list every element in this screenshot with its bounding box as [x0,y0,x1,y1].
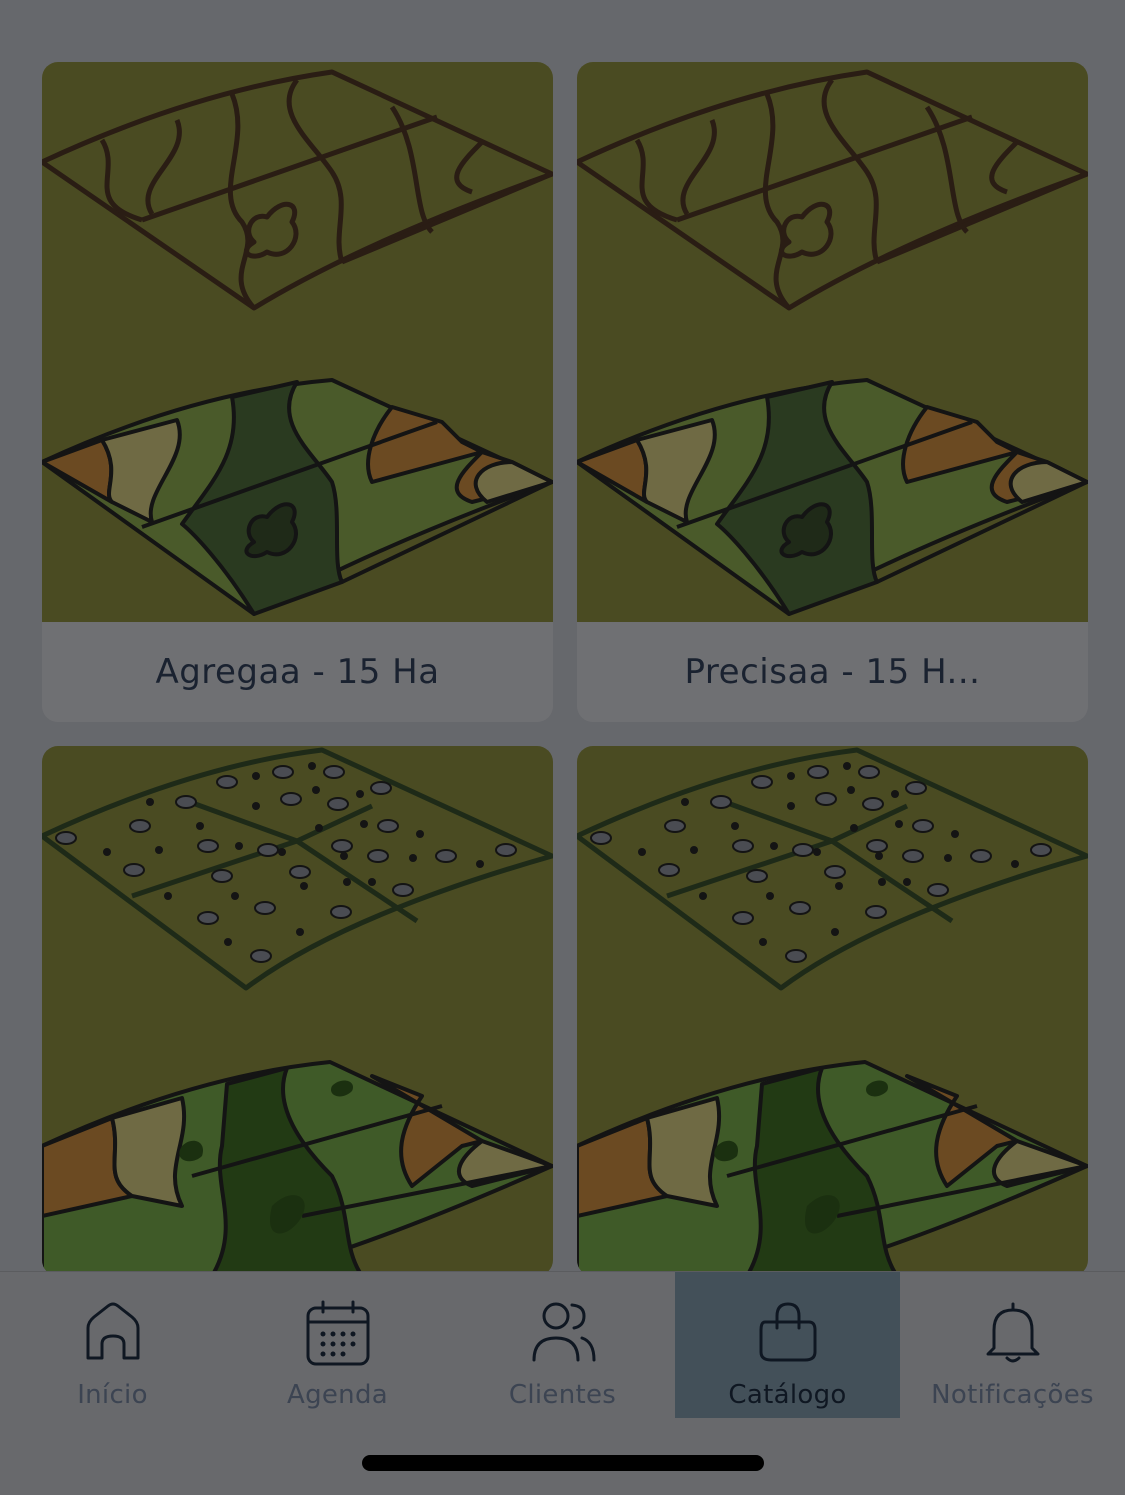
tab-label: Notificações [931,1380,1094,1410]
home-indicator[interactable] [362,1455,764,1471]
product-name: Precisaa - 15 H... [577,622,1088,722]
tab-catalogo[interactable]: Catálogo [675,1272,900,1418]
zone-map-illustration [42,62,553,622]
tab-notificacoes[interactable]: Notificações [900,1272,1125,1418]
bell-icon [980,1300,1046,1366]
tab-label: Clientes [508,1380,617,1410]
tab-label: Início [77,1380,148,1410]
zone-map-illustration [577,62,1088,622]
catalog-screen: Agregaa - 15 Ha Precisaa - 15 H... Iníci… [0,0,1125,1495]
product-card[interactable] [42,746,553,1276]
product-card[interactable] [577,746,1088,1276]
home-icon [80,1300,146,1366]
users-icon [530,1300,596,1366]
sampling-grid-illustration [42,746,553,1276]
bag-icon [755,1300,821,1366]
sampling-grid-illustration [577,746,1088,1276]
product-card[interactable]: Agregaa - 15 Ha [42,62,553,722]
product-card[interactable]: Precisaa - 15 H... [577,62,1088,722]
tab-clientes[interactable]: Clientes [450,1272,675,1418]
tab-agenda[interactable]: Agenda [225,1272,450,1418]
product-name: Agregaa - 15 Ha [42,622,553,722]
tab-label: Catálogo [728,1380,847,1410]
calendar-icon [305,1300,371,1366]
tab-label: Agenda [286,1380,388,1410]
tab-inicio[interactable]: Início [0,1272,225,1418]
